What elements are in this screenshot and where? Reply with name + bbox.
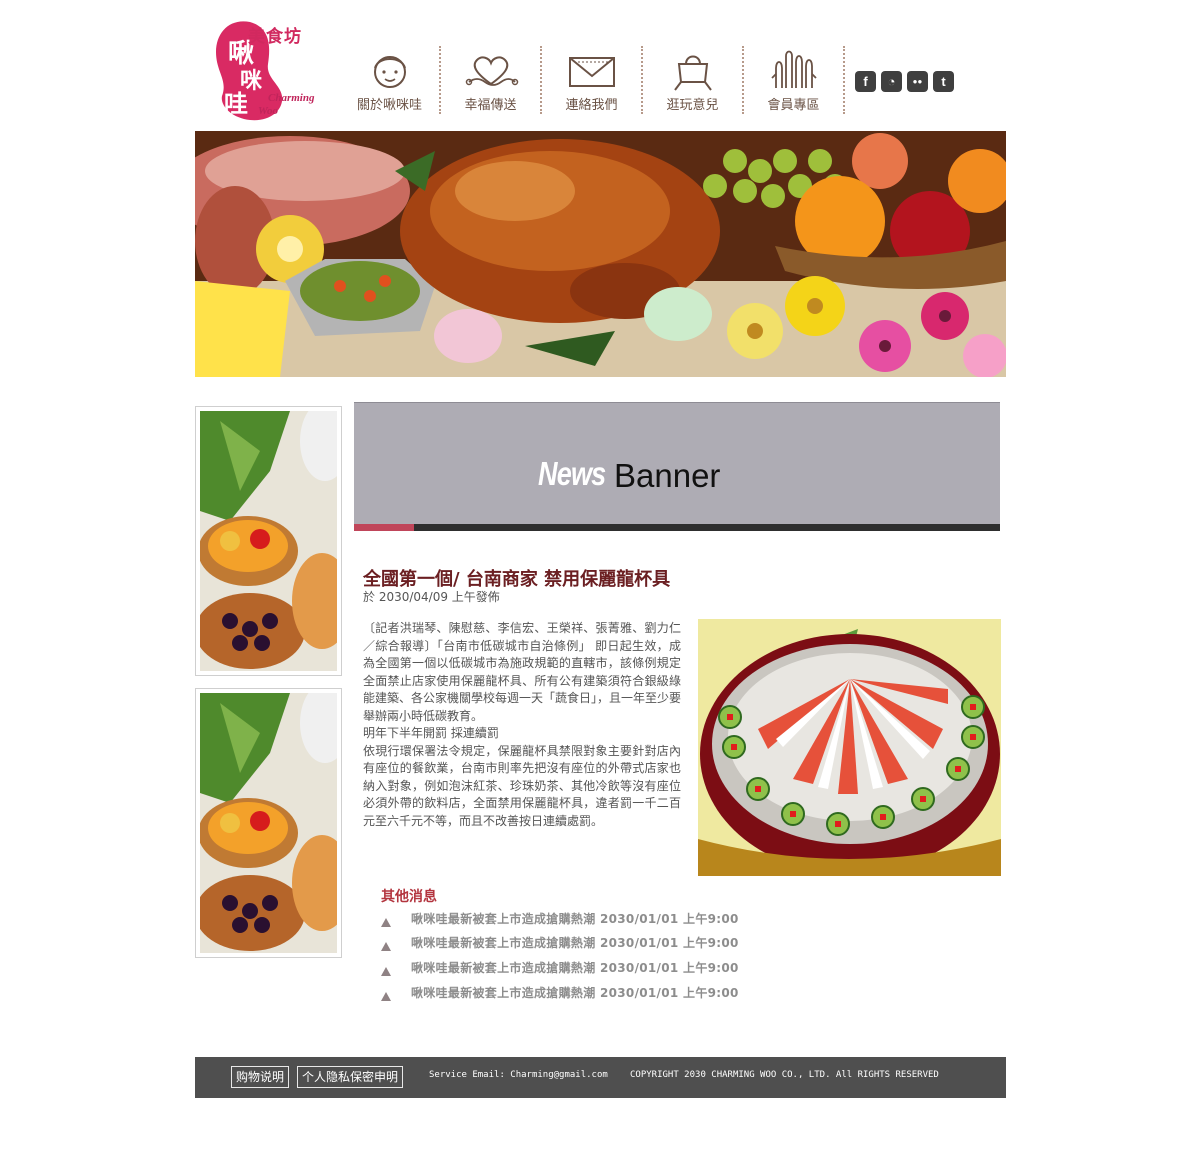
triangle-bullet-icon	[381, 966, 391, 976]
nav-item-happiness[interactable]: 幸福傳送	[441, 46, 542, 114]
site-logo[interactable]: 啾 咪 哇 美食坊 Charming Woo	[210, 14, 330, 124]
hands-icon	[770, 50, 817, 88]
other-news-item[interactable]: 啾咪哇最新被套上市造成搶購熱潮 2030/01/01 上午9:00	[381, 955, 821, 980]
article-body: 〔記者洪瑞琴、陳慰慈、李信宏、王榮祥、張菁雅、劉力仁／綜合報導〕「台南市低碳城市…	[363, 620, 681, 830]
logo-chinese-name: 美食坊	[248, 27, 302, 47]
envelope-icon	[568, 57, 615, 87]
nav-label: 幸福傳送	[464, 98, 517, 113]
facebook-icon[interactable]: f	[855, 71, 876, 92]
news-banner-word-banner: Banner	[614, 457, 721, 494]
logo-english-name-2: Woo	[258, 105, 278, 117]
copyright-text: COPYRIGHT 2030 CHARMING WOO CO., LTD. Al…	[630, 1070, 939, 1080]
side-thumbnail-1[interactable]	[195, 406, 342, 676]
logo-english-name-1: Charming	[268, 92, 315, 104]
service-email[interactable]: Service Email: Charming@gmail.com	[429, 1070, 608, 1080]
social-links: f ◔ ●● t	[855, 71, 954, 92]
nav-label: 會員專區	[767, 98, 820, 113]
flickr-icon[interactable]: ●●	[907, 71, 928, 92]
other-news-link[interactable]: 啾咪哇最新被套上市造成搶購熱潮 2030/01/01 上午9:00	[411, 934, 739, 951]
heart-cloud-icon	[465, 56, 518, 86]
svg-text:哇: 哇	[224, 89, 248, 118]
hero-food-image	[195, 131, 1006, 377]
article-paragraph: 〔記者洪瑞琴、陳慰慈、李信宏、王榮祥、張菁雅、劉力仁／綜合報導〕「台南市低碳城市…	[363, 621, 682, 723]
other-news-title: 其他消息	[381, 889, 437, 905]
article-date: 於 2030/04/09 上午發佈	[363, 590, 500, 604]
other-news-item[interactable]: 啾咪哇最新被套上市造成搶購熱潮 2030/01/01 上午9:00	[381, 931, 821, 956]
other-news-item[interactable]: 啾咪哇最新被套上市造成搶購熱潮 2030/01/01 上午9:00	[381, 980, 821, 1005]
rss-icon[interactable]: ◔	[881, 71, 902, 92]
banner-underline	[354, 524, 1000, 531]
news-banner: News Banner	[354, 402, 1000, 525]
nav-item-about[interactable]: 關於啾咪哇	[340, 46, 441, 114]
main-nav: 關於啾咪哇 幸福傳送 連絡我們 逛玩意兒 會員專區	[340, 46, 845, 116]
nav-label: 逛玩意兒	[666, 98, 719, 113]
nav-item-members[interactable]: 會員專區	[744, 46, 845, 114]
shopping-bag-icon	[673, 55, 712, 91]
nav-label: 關於啾咪哇	[356, 98, 422, 113]
side-thumbnail-2[interactable]	[195, 688, 342, 958]
nav-label: 連絡我們	[565, 98, 618, 113]
other-news-item[interactable]: 啾咪哇最新被套上市造成搶購熱潮 2030/01/01 上午9:00	[381, 906, 821, 931]
article-subheading: 明年下半年開罰 採連續罰	[363, 726, 499, 740]
tart-photo	[200, 411, 337, 671]
site-footer: 购物说明 个人隐私保密申明 Service Email: Charming@gm…	[195, 1057, 1006, 1098]
other-news-link[interactable]: 啾咪哇最新被套上市造成搶購熱潮 2030/01/01 上午9:00	[411, 910, 739, 927]
article-paragraph: 依現行環保署法令規定，保麗龍杯具禁限對象主要針對店內有座位的餐飲業，台南市則率先…	[363, 743, 681, 828]
other-news-link[interactable]: 啾咪哇最新被套上市造成搶購熱潮 2030/01/01 上午9:00	[411, 959, 739, 976]
banner-underline-accent	[354, 524, 414, 531]
other-news-list: 啾咪哇最新被套上市造成搶購熱潮 2030/01/01 上午9:00 啾咪哇最新被…	[381, 906, 821, 1004]
privacy-policy-link[interactable]: 个人隐私保密申明	[297, 1066, 404, 1088]
triangle-bullet-icon	[381, 991, 391, 1001]
tart-photo	[200, 693, 337, 953]
triangle-bullet-icon	[381, 942, 391, 952]
news-banner-word-news: News	[538, 455, 606, 492]
shopping-guide-link[interactable]: 购物说明	[231, 1066, 290, 1088]
face-icon	[373, 56, 406, 88]
article-sashimi-photo	[698, 619, 1001, 876]
nav-item-contact[interactable]: 連絡我們	[542, 46, 643, 114]
triangle-bullet-icon	[381, 917, 391, 927]
nav-item-shop[interactable]: 逛玩意兒	[643, 46, 744, 114]
twitter-icon[interactable]: t	[933, 71, 954, 92]
other-news-link[interactable]: 啾咪哇最新被套上市造成搶購熱潮 2030/01/01 上午9:00	[411, 984, 739, 1001]
